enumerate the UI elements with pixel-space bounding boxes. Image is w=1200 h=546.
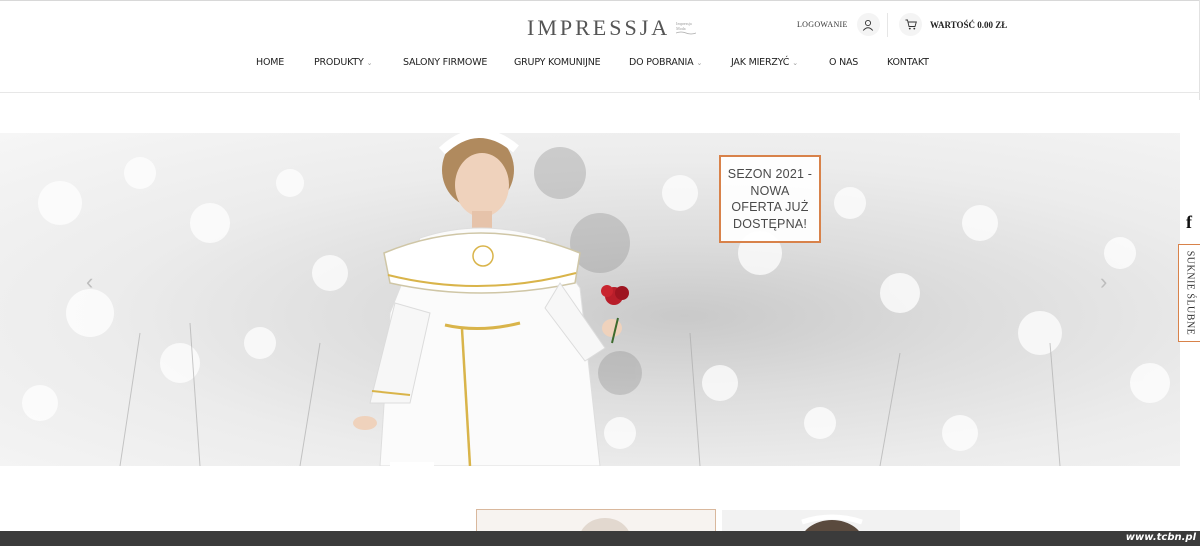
logo-mark: Impressja Moda <box>676 21 697 35</box>
hero-slider[interactable]: ‹ › SEZON 2021 - NOWA OFERTA JUŻ DOSTĘPN… <box>0 133 1180 466</box>
hero-figure <box>353 133 629 466</box>
logo-text: IMPRESSJA <box>527 15 671 40</box>
chevron-down-icon: ⌄ <box>696 59 703 67</box>
nav-item-label: KONTAKT <box>887 57 929 68</box>
header-separator <box>887 13 888 37</box>
nav-item-label: HOME <box>256 57 285 68</box>
main-nav: HOME PRODUKTY ⌄ SALONY FIRMOWE GRUPY KOMU… <box>0 57 1200 71</box>
slider-indicator[interactable] <box>390 462 434 466</box>
nav-item-grupy-komunijne[interactable]: GRUPY KOMUNIJNE <box>514 57 601 68</box>
cart-link[interactable]: WARTOŚĆ 0.00 ZŁ <box>899 13 1007 36</box>
top-border <box>0 0 1200 1</box>
nav-item-label: O NAS <box>829 57 859 68</box>
chevron-down-icon: ⌄ <box>792 59 798 67</box>
nav-item-label: SALONY FIRMOWE <box>403 57 488 68</box>
cart-icon[interactable] <box>899 13 922 36</box>
nav-item-label: DO POBRANIA <box>629 57 694 68</box>
nav-item-produkty[interactable]: PRODUKTY ⌄ <box>314 57 372 68</box>
nav-item-label: GRUPY KOMUNIJNE <box>514 57 601 68</box>
login-label: LOGOWANIE <box>797 20 848 29</box>
watermark-bar <box>0 531 1200 546</box>
facebook-icon[interactable]: f <box>1186 212 1192 233</box>
user-icon[interactable] <box>856 13 880 36</box>
login-link[interactable]: LOGOWANIE <box>797 13 880 36</box>
slider-next-arrow[interactable]: › <box>1100 271 1107 293</box>
chevron-down-icon: ⌄ <box>366 59 373 67</box>
nav-item-label: PRODUKTY <box>314 57 364 68</box>
nav-item-salony-firmowe[interactable]: SALONY FIRMOWE <box>403 57 487 68</box>
nav-item-label: JAK MIERZYĆ <box>731 57 790 68</box>
nav-item-do-pobrania[interactable]: DO POBRANIA ⌄ <box>629 57 702 68</box>
watermark-text: www.tcbn.pl <box>1125 532 1196 543</box>
site-logo[interactable]: IMPRESSJA Impressja Moda <box>527 13 697 41</box>
nav-item-jak-mierzyc[interactable]: JAK MIERZYĆ ⌄ <box>731 57 798 68</box>
logo-wave-icon <box>676 31 697 35</box>
nav-item-home[interactable]: HOME <box>256 57 284 68</box>
nav-divider <box>0 92 1200 93</box>
slider-prev-arrow[interactable]: ‹ <box>86 271 93 293</box>
side-tab-label: SUKNIE ŚLUBNE <box>1184 250 1195 336</box>
promo-box[interactable]: SEZON 2021 - NOWA OFERTA JUŻ DOSTĘPNA! <box>719 155 821 243</box>
nav-item-o-nas[interactable]: O NAS <box>829 57 858 68</box>
cart-value: WARTOŚĆ 0.00 ZŁ <box>930 19 1008 30</box>
suknie-slubne-tab[interactable]: SUKNIE ŚLUBNE <box>1178 244 1200 342</box>
nav-item-kontakt[interactable]: KONTAKT <box>887 57 929 68</box>
promo-text: SEZON 2021 - NOWA OFERTA JUŻ DOSTĘPNA! <box>727 167 813 231</box>
hero-image <box>22 133 1170 466</box>
